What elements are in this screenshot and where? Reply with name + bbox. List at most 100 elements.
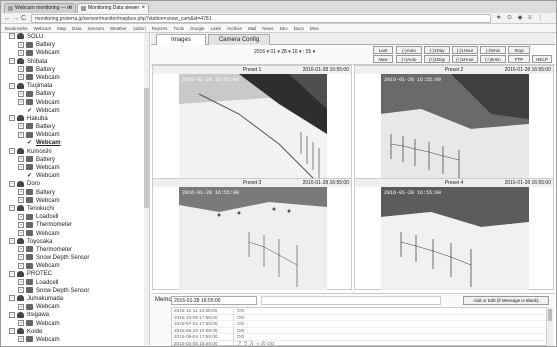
expand-toggle-icon[interactable]: + — [18, 41, 24, 48]
reload-icon[interactable]: C — [21, 14, 26, 23]
now-button[interactable]: Now — [373, 55, 393, 63]
expand-toggle-icon[interactable]: + — [18, 262, 24, 269]
tree-station[interactable]: − PROTEC — [5, 270, 149, 278]
tree-sensor[interactable]: + Webcam — [5, 319, 149, 328]
tree-sensor[interactable]: + Loadcell — [5, 279, 149, 287]
tree-station[interactable]: − Kumoishi — [5, 148, 149, 156]
ftp-button[interactable]: FTP — [508, 55, 530, 63]
collapse-toggle-icon[interactable]: − — [9, 238, 15, 245]
prev-auto-button[interactable]: (-)Auto — [396, 46, 422, 54]
tree-sensor[interactable]: ✔ Webcam — [5, 139, 149, 147]
next-day-button[interactable]: (+)1Day — [424, 55, 450, 63]
prev-day-button[interactable]: (-)1Day — [424, 46, 450, 54]
tree-station[interactable]: − Itsigawa — [5, 311, 149, 319]
expand-toggle-icon[interactable]: + — [18, 66, 24, 73]
expand-toggle-icon[interactable]: + — [18, 188, 24, 195]
tree-sensor[interactable]: + Battery — [5, 188, 149, 197]
bookmark-item[interactable]: Archive — [227, 26, 242, 31]
expand-toggle-icon[interactable]: + — [18, 98, 24, 105]
tree-sensor[interactable]: + Snow Depth Sensor — [5, 254, 149, 262]
close-tab-icon[interactable]: × — [141, 4, 145, 13]
tree-station[interactable]: − Hakuba — [5, 115, 149, 123]
expand-toggle-icon[interactable]: + — [18, 254, 24, 261]
tree-sensor[interactable]: + Webcam — [5, 262, 149, 270]
browser-tab-viewer[interactable]: Monitoring Data viewer × — [77, 3, 149, 13]
collapse-toggle-icon[interactable]: − — [9, 311, 15, 318]
bookmark-item[interactable]: Admin — [133, 26, 146, 31]
tree-sensor[interactable]: + Battery — [5, 90, 149, 98]
forward-arrow-icon[interactable]: → — [12, 14, 19, 23]
tree-station[interactable]: − Shibata — [5, 57, 149, 66]
bookmark-item[interactable]: Reports — [152, 26, 168, 31]
add-memo-button[interactable]: Add or Edit (if Message is Blank) — [463, 296, 549, 305]
tree-station[interactable]: − Tenokuchi — [5, 205, 149, 213]
collapse-toggle-icon[interactable]: − — [9, 295, 15, 302]
expand-toggle-icon[interactable]: + — [18, 49, 24, 56]
bookmark-item[interactable]: Tools — [173, 26, 184, 31]
webcam-image-2[interactable]: 2016-01-28 16:55:00 — [381, 74, 529, 190]
tree-station[interactable]: − SOLU — [5, 33, 149, 41]
bookmark-item[interactable]: Sensors — [87, 26, 104, 31]
bookmark-item[interactable]: Misc — [310, 26, 319, 31]
tree-sensor[interactable]: + Webcam — [5, 131, 149, 139]
expand-toggle-icon[interactable]: + — [18, 221, 24, 228]
tree-sensor[interactable]: ✔ Webcam — [5, 172, 149, 180]
expand-toggle-icon[interactable]: + — [18, 246, 24, 253]
collapse-toggle-icon[interactable]: − — [9, 33, 15, 40]
tree-sensor[interactable]: + Thermometer — [5, 246, 149, 254]
expand-toggle-icon[interactable]: + — [18, 74, 24, 81]
tree-sensor[interactable]: + Loadcell — [5, 213, 149, 221]
tree-sensor[interactable]: + Webcam — [5, 303, 149, 311]
tree-sensor[interactable]: + Webcam — [5, 49, 149, 57]
bookmark-item[interactable]: News — [262, 26, 273, 31]
tree-sensor[interactable]: + Webcam — [5, 197, 149, 205]
expand-toggle-icon[interactable]: + — [18, 303, 24, 310]
sidebar-scrollbar[interactable] — [144, 33, 149, 345]
expand-toggle-icon[interactable]: + — [18, 287, 24, 294]
bookmark-item[interactable]: Webcam — [34, 26, 52, 31]
prev-5min-button[interactable]: (-)5min — [480, 46, 506, 54]
next-auto-button[interactable]: (+)Auto — [396, 55, 422, 63]
memo-log-row[interactable]: 2015-02-05 15:45:00 ア ラ ス ッ の OO — [172, 340, 546, 345]
tree-station[interactable]: − Jumakumada — [5, 295, 149, 303]
collapse-toggle-icon[interactable]: − — [9, 205, 15, 212]
webcam-image-1[interactable]: 2016-01-28 16:55:00 — [179, 74, 327, 190]
collapse-toggle-icon[interactable]: − — [9, 180, 15, 187]
extension-icons[interactable]: ★ ⊙ ◆ ≡ ⋮ — [496, 14, 545, 21]
expand-toggle-icon[interactable]: + — [18, 90, 24, 97]
tree-sensor[interactable]: + Webcam — [5, 98, 149, 107]
tree-sensor[interactable]: + Battery — [5, 66, 149, 74]
expand-toggle-icon[interactable]: + — [18, 213, 24, 220]
tree-station[interactable]: − Tsujimata — [5, 82, 149, 90]
expand-toggle-icon[interactable]: + — [18, 319, 24, 326]
tree-sensor[interactable]: + Webcam — [5, 74, 149, 82]
memo-log-scrollbar[interactable] — [547, 307, 553, 346]
sidebar-scroll-thumb[interactable] — [144, 88, 149, 208]
expand-toggle-icon[interactable]: + — [18, 197, 24, 204]
help-button[interactable]: HELP — [532, 55, 552, 63]
tree-sensor[interactable]: + Webcam — [5, 336, 149, 344]
expand-toggle-icon[interactable]: + — [18, 336, 24, 343]
bookmark-item[interactable]: Google — [190, 26, 205, 31]
back-arrow-icon[interactable]: ← — [4, 14, 11, 23]
memo-date-input[interactable]: 2016-01-28 16:55:00 — [171, 296, 257, 305]
tree-sensor[interactable]: + Snow Depth Sensor — [5, 287, 149, 295]
memo-message-input[interactable] — [261, 296, 441, 305]
expand-toggle-icon[interactable]: + — [18, 164, 24, 171]
collapse-toggle-icon[interactable]: − — [9, 82, 15, 89]
date-selector[interactable]: 2016 ▾ 01 ▾ 28 ▾ 16 ▾ : 55 ▾ — [254, 49, 315, 55]
expand-toggle-icon[interactable]: + — [18, 123, 24, 130]
prev-hour-button[interactable]: (-)1Hour — [452, 46, 478, 54]
tree-station[interactable]: − Doro — [5, 180, 149, 188]
collapse-toggle-icon[interactable]: − — [9, 115, 15, 122]
next-5min-button[interactable]: (+)5min — [480, 55, 506, 63]
webcam-image-3[interactable]: 2016-01-28 16:55:00 — [179, 187, 327, 290]
stop-button[interactable]: Stop — [508, 46, 530, 54]
tree-sensor[interactable]: + Webcam — [5, 164, 149, 172]
tab-camera-config[interactable]: Camera Config — [208, 34, 270, 45]
expand-toggle-icon[interactable]: + — [18, 229, 24, 236]
bookmark-item[interactable]: Data — [72, 26, 82, 31]
bookmark-item[interactable]: Bookmarks — [5, 26, 28, 31]
browser-tab-webcam[interactable]: Webcam monitoring — ru × — [4, 3, 76, 13]
last-button[interactable]: Last — [373, 46, 393, 54]
